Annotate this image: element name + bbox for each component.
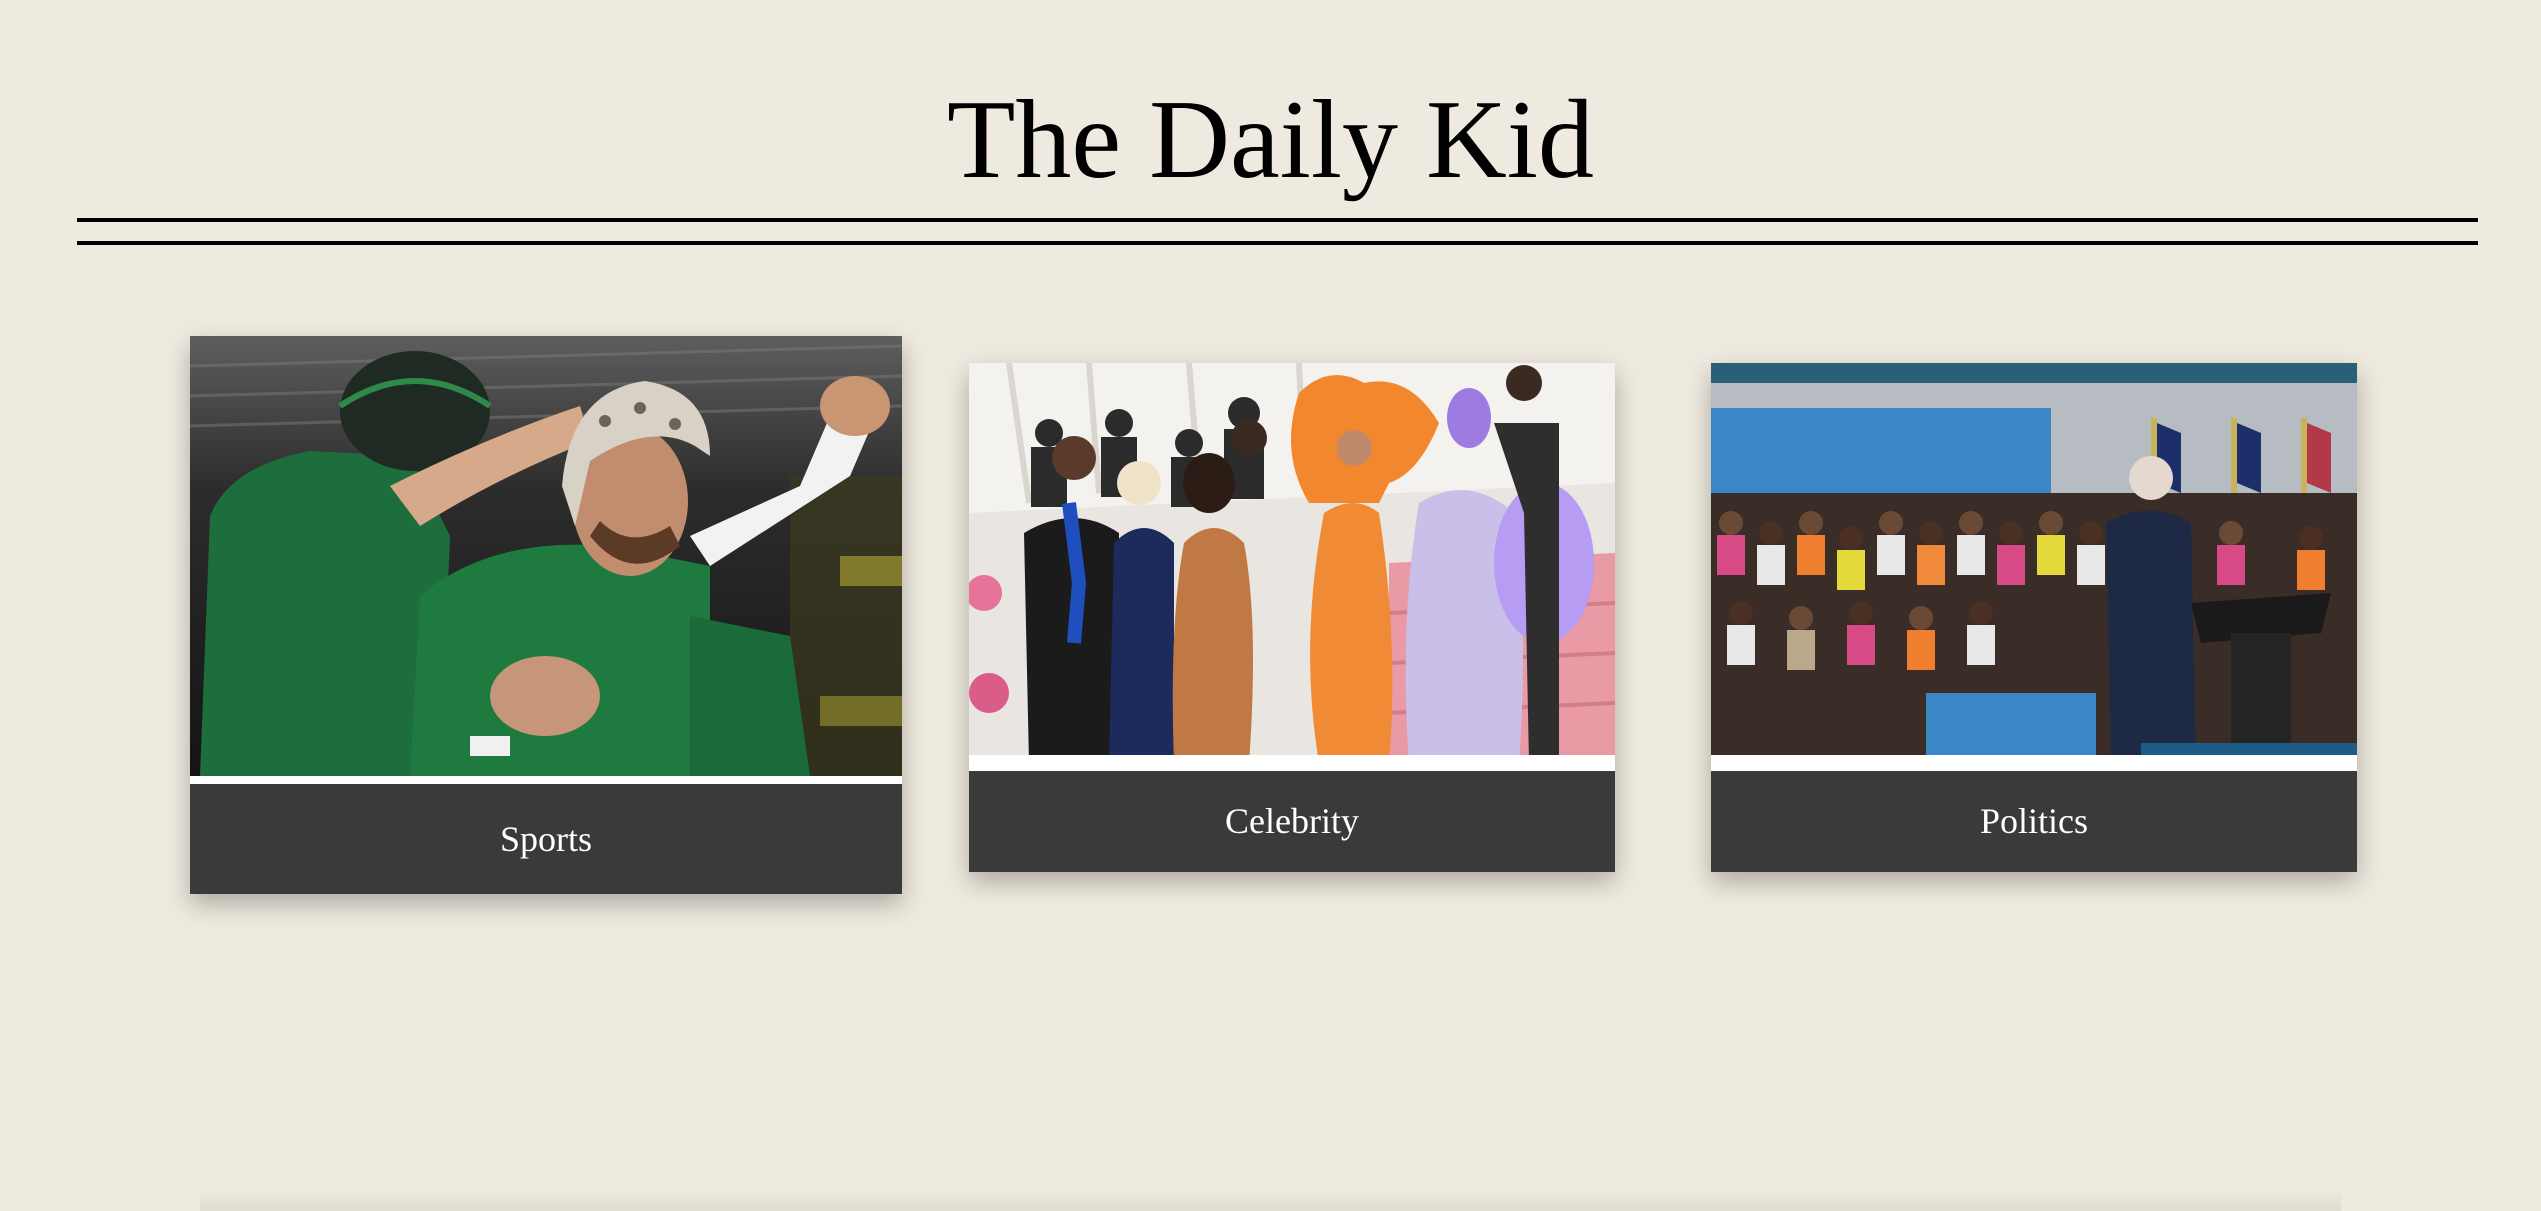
bottom-shadow	[200, 1188, 2341, 1211]
category-card-politics[interactable]: Politics	[1711, 363, 2357, 872]
masthead: The Daily Kid	[0, 0, 2541, 260]
card-label-sports[interactable]: Sports	[190, 784, 902, 894]
card-label-politics[interactable]: Politics	[1711, 771, 2357, 872]
card-divider	[190, 776, 902, 784]
card-divider	[969, 763, 1615, 771]
masthead-rule-top	[77, 218, 2478, 222]
card-divider	[1711, 763, 2357, 771]
celebrity-photo[interactable]	[969, 363, 1615, 763]
site-title: The Daily Kid	[947, 78, 1594, 202]
card-label-celebrity[interactable]: Celebrity	[969, 771, 1615, 872]
category-card-sports[interactable]: Sports	[190, 336, 902, 894]
sports-photo[interactable]	[190, 336, 902, 776]
masthead-rule-bottom	[77, 241, 2478, 245]
politics-photo[interactable]	[1711, 363, 2357, 763]
category-card-celebrity[interactable]: Celebrity	[969, 363, 1615, 872]
